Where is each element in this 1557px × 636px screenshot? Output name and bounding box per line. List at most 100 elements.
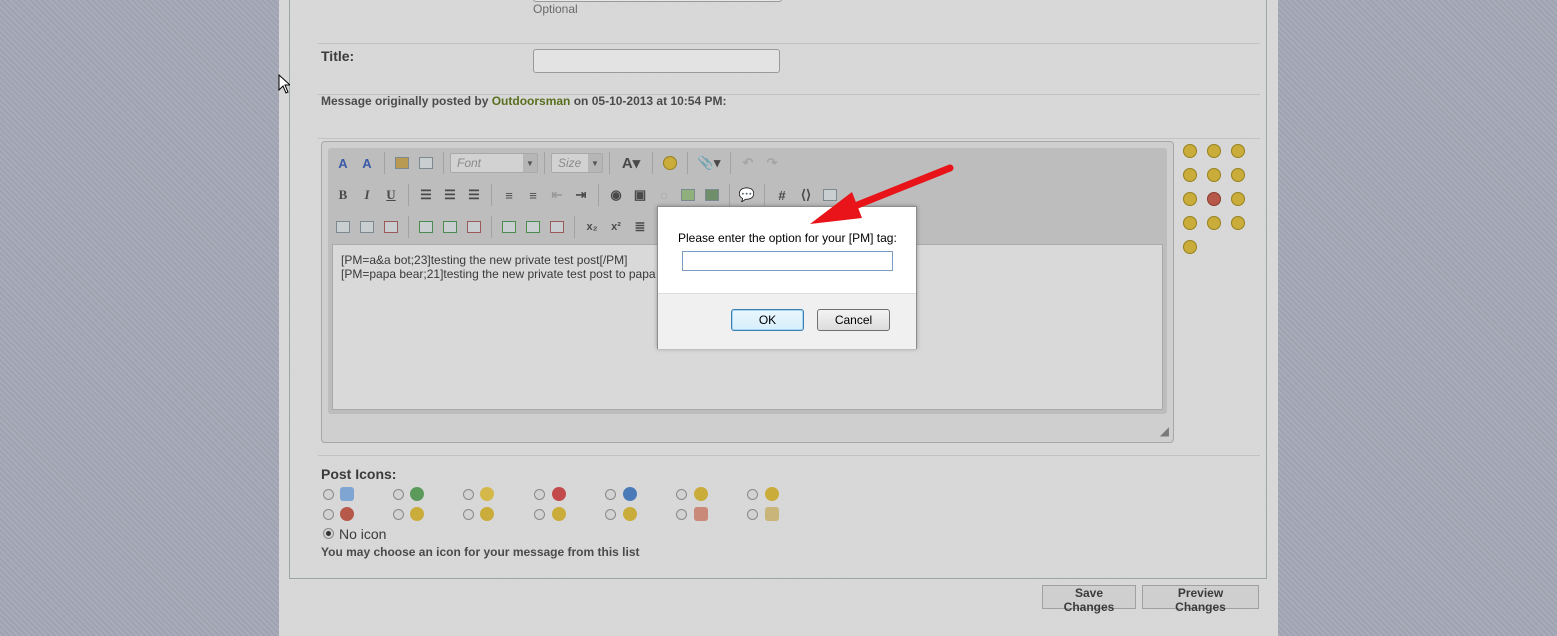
post-icon-radio[interactable] (676, 489, 687, 500)
frown-smiley-icon[interactable] (1183, 192, 1197, 206)
unordered-list-icon[interactable]: ≡ (522, 184, 544, 206)
toolbar-separator (491, 184, 492, 206)
post-icon-radio[interactable] (463, 509, 474, 520)
horizontal-rule-icon[interactable]: ≣ (629, 216, 651, 238)
italic-button[interactable]: I (356, 184, 378, 206)
post-icon-radio[interactable] (463, 489, 474, 500)
dialog-message: Please enter the option for your [PM] ta… (678, 231, 897, 245)
cool-smiley-icon[interactable] (1231, 216, 1245, 230)
preview-changes-button[interactable]: Preview Changes (1142, 585, 1259, 614)
video-icon[interactable] (701, 184, 723, 206)
toolbar-separator (729, 184, 730, 206)
post-icon-radio[interactable] (747, 489, 758, 500)
cancel-button[interactable]: Cancel (817, 309, 890, 331)
grin-smiley-icon[interactable] (1231, 144, 1245, 158)
toolbar-row-3: x₂ x² ≣ (332, 214, 686, 240)
toolbar-separator (574, 216, 575, 238)
subscript-icon[interactable]: x₂ (581, 216, 603, 238)
insert-image-icon[interactable] (677, 184, 699, 206)
superscript-icon[interactable]: x² (605, 216, 627, 238)
title-label: Title: (321, 48, 355, 64)
align-center-icon[interactable]: ☰ (439, 184, 461, 206)
post-icon-radio[interactable] (676, 509, 687, 520)
toolbar-separator (764, 184, 765, 206)
undo-icon[interactable]: ↶ (737, 152, 759, 174)
unlink-icon[interactable]: ◌ (653, 184, 675, 206)
attachment-icon[interactable]: 📎▾ (694, 152, 724, 174)
indent-icon[interactable]: ⇥ (570, 184, 592, 206)
post-thumbs-up-icon (765, 507, 779, 521)
post-icon-radio[interactable] (534, 509, 545, 520)
resize-handle-icon[interactable]: ◢ (1160, 424, 1169, 438)
smile-smiley-icon[interactable] (1207, 144, 1221, 158)
post-redface-icon (480, 507, 494, 521)
rolleyes-smiley-icon[interactable] (1183, 216, 1197, 230)
wink-smiley-icon[interactable] (1207, 168, 1221, 182)
underline-button[interactable]: U (380, 184, 402, 206)
link-globe-icon[interactable]: ◉ (605, 184, 627, 206)
post-icon-radio[interactable] (323, 509, 334, 520)
quote-icon[interactable]: 💬 (736, 184, 758, 206)
redo-icon[interactable]: ↷ (761, 152, 783, 174)
table-properties-icon[interactable] (356, 216, 378, 238)
size-select-value: Size (558, 156, 582, 170)
toolbar-separator (408, 216, 409, 238)
eek-smiley-icon[interactable] (1231, 192, 1245, 206)
remove-format-icon[interactable]: A (356, 152, 378, 174)
ok-button[interactable]: OK (731, 309, 804, 331)
paste-icon[interactable] (391, 152, 413, 174)
divider (318, 138, 1260, 139)
post-frown-icon (410, 507, 424, 521)
post-icon-radio[interactable] (605, 489, 616, 500)
hash-icon[interactable]: # (771, 184, 793, 206)
post-icon-radio[interactable] (747, 509, 758, 520)
insert-row-before-icon[interactable] (415, 216, 437, 238)
toolbar-separator (730, 152, 731, 174)
save-changes-button[interactable]: Save Changes (1042, 585, 1136, 614)
insert-row-after-icon[interactable] (439, 216, 461, 238)
toolbar-separator (408, 184, 409, 206)
image-camera-icon[interactable]: ▣ (629, 184, 651, 206)
title-input[interactable] (533, 49, 780, 73)
bold-button[interactable]: B (332, 184, 354, 206)
paste-word-icon[interactable] (415, 152, 437, 174)
post-icon-radio[interactable] (393, 509, 404, 520)
mad-smiley-icon[interactable] (1207, 192, 1221, 206)
ordered-list-icon[interactable]: ≡ (498, 184, 520, 206)
post-angry-icon (340, 507, 354, 521)
annotation-arrow-icon (810, 164, 954, 224)
insert-col-after-icon[interactable] (522, 216, 544, 238)
thumbs-smiley-icon[interactable] (1183, 168, 1197, 182)
outdent-icon[interactable]: ⇤ (546, 184, 568, 206)
post-icon-radio[interactable] (323, 489, 334, 500)
delete-row-icon[interactable] (463, 216, 485, 238)
font-select[interactable]: Font ▼ (450, 153, 538, 173)
post-icon-radio[interactable] (534, 489, 545, 500)
post-arrow-icon (410, 487, 424, 501)
confused-smiley-icon[interactable] (1183, 144, 1197, 158)
smiley-icon[interactable] (659, 152, 681, 174)
post-thumbs-down-icon (694, 507, 708, 521)
dialog-option-input[interactable] (682, 251, 893, 271)
divider (318, 455, 1260, 456)
toolbar-separator (609, 152, 610, 174)
post-icon-radio[interactable] (605, 509, 616, 520)
table-icon[interactable] (332, 216, 354, 238)
delete-table-icon[interactable] (380, 216, 402, 238)
no-icon-radio[interactable] (323, 528, 334, 539)
size-select[interactable]: Size ▼ (551, 153, 603, 173)
laugh-smiley-icon[interactable] (1207, 216, 1221, 230)
align-right-icon[interactable]: ☰ (463, 184, 485, 206)
tongue-smiley-icon[interactable] (1231, 168, 1245, 182)
original-message-suffix: on 05-10-2013 at 10:54 PM: (570, 94, 727, 108)
author-link[interactable]: Outdoorsman (492, 94, 571, 108)
redface-smiley-icon[interactable] (1183, 240, 1197, 254)
post-icon-radio[interactable] (393, 489, 404, 500)
text-color-icon[interactable]: A▾ (616, 152, 646, 174)
font-color-icon[interactable]: A (332, 152, 354, 174)
insert-col-before-icon[interactable] (498, 216, 520, 238)
delete-col-icon[interactable] (546, 216, 568, 238)
toolbar-separator (443, 152, 444, 174)
align-left-icon[interactable]: ☰ (415, 184, 437, 206)
toolbar-separator (544, 152, 545, 174)
